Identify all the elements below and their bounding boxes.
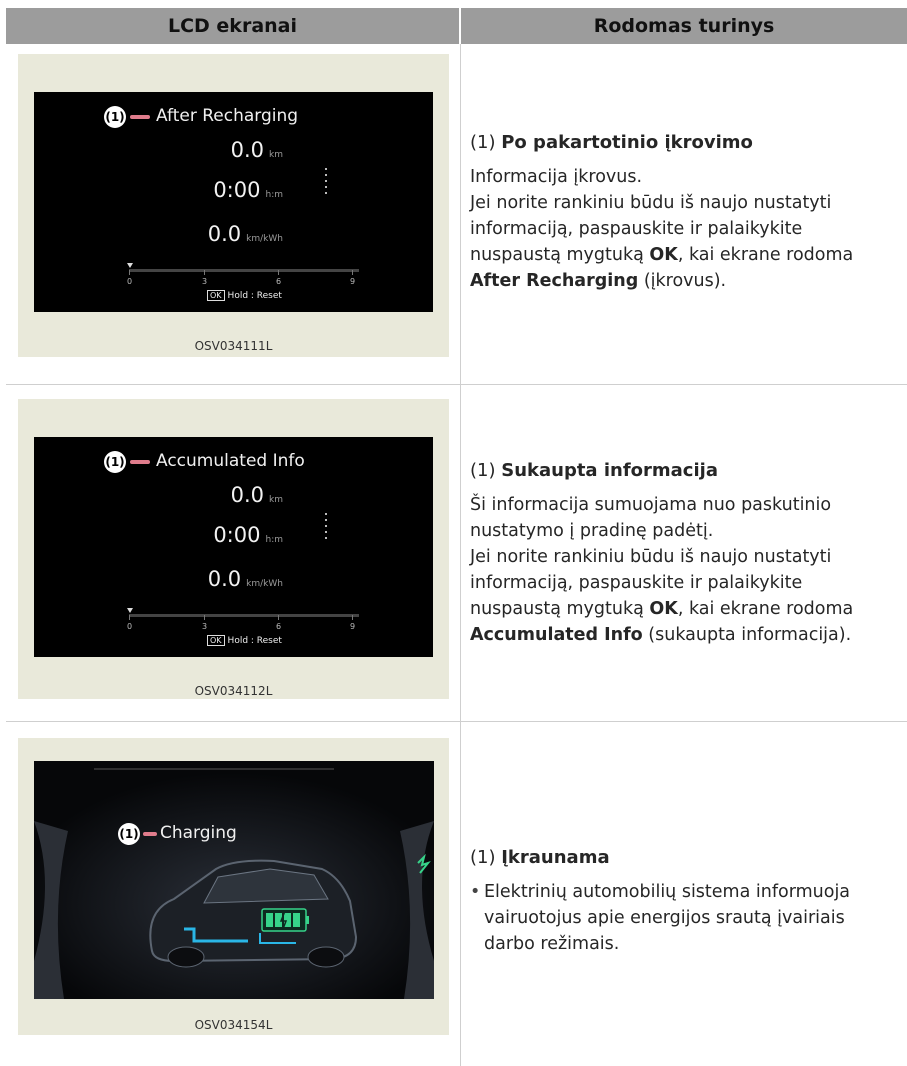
scale-tick — [129, 615, 130, 620]
row-divider-1 — [6, 384, 907, 385]
time-value: 0:00 h:m — [213, 523, 283, 547]
description-title: (1) Įkraunama — [470, 847, 610, 868]
image-code: OSV034111L — [194, 339, 273, 353]
tick-label: 9 — [350, 622, 356, 631]
screen-title: Charging — [160, 823, 237, 843]
tick-label: 0 — [127, 277, 133, 286]
scale-tick — [129, 270, 130, 275]
row-divider-2 — [6, 721, 907, 722]
description-line: Jei norite rankiniu būdu iš naujo nustat… — [470, 193, 854, 291]
scale-tick — [278, 615, 279, 620]
callout-line — [143, 832, 157, 836]
scale-marker — [127, 608, 133, 613]
scale-bar — [129, 614, 359, 617]
image-code: OSV034112L — [194, 684, 273, 698]
description-line: Jei norite rankiniu būdu iš naujo nustat… — [470, 547, 854, 645]
scale-tick — [204, 615, 205, 620]
screen-title: Accumulated Info — [156, 451, 305, 471]
page-dots — [325, 513, 327, 543]
callout-line — [130, 460, 150, 464]
lcd-image-accumulated-info: (1) Accumulated Info 0.0 km 0:00 h:m 0.0 km… — [18, 399, 449, 699]
scale-tick — [352, 615, 353, 620]
lcd-screen: (1) Charging — [34, 761, 434, 999]
header-displayed-content: Rodomas turinys — [593, 15, 775, 37]
distance-value: 0.0 km — [230, 483, 283, 507]
lcd-screen: (1) Accumulated Info 0.0 km 0:00 h:m 0.0 km… — [34, 437, 433, 657]
description-bullet: Elektrinių automobilių sistema informuoj… — [470, 879, 895, 957]
efficiency-value: 0.0 km/kWh — [207, 222, 283, 246]
lcd-screen: (1) After Recharging 0.0 km 0:00 h:m 0.0 km… — [34, 92, 433, 312]
tick-label: 3 — [202, 277, 208, 286]
battery-icon — [261, 908, 309, 932]
image-code: OSV034154L — [194, 1018, 273, 1032]
tick-label: 6 — [276, 622, 282, 631]
description-line: Ši informacija sumuojama nuo paskutinio … — [470, 495, 832, 541]
table-header: LCD ekranai Rodomas turinys — [6, 8, 907, 44]
header-lcd-screens: LCD ekranai — [6, 8, 461, 44]
lcd-image-charging: (1) Charging OSV034154L — [18, 738, 449, 1035]
time-value: 0:00 h:m — [213, 178, 283, 202]
description-title: (1) Sukaupta informacija — [470, 460, 718, 481]
charging-scene — [34, 761, 434, 999]
scale-tick — [204, 270, 205, 275]
scale-tick — [352, 270, 353, 275]
description-accumulated-info: (1) Sukaupta informacija Ši informacija … — [470, 458, 895, 648]
tick-label: 3 — [202, 622, 208, 631]
hold-reset-hint: OK Hold : Reset — [207, 635, 282, 646]
callout-badge: (1) — [104, 106, 126, 128]
efficiency-value: 0.0 km/kWh — [207, 567, 283, 591]
scale-tick — [278, 270, 279, 275]
callout-line — [130, 115, 150, 119]
description-title: (1) Po pakartotinio įkrovimo — [470, 132, 753, 153]
lcd-image-after-recharging: (1) After Recharging 0.0 km 0:00 h:m 0.0 km… — [18, 54, 449, 357]
description-line: Informacija įkrovus. — [470, 167, 643, 187]
callout-badge: (1) — [104, 451, 126, 473]
hold-reset-hint: OK Hold : Reset — [207, 290, 282, 301]
column-divider — [460, 44, 461, 1066]
tick-label: 9 — [350, 277, 356, 286]
tick-label: 6 — [276, 277, 282, 286]
callout-badge: (1) — [118, 823, 140, 845]
scale-bar — [129, 269, 359, 272]
description-after-recharging: (1) Po pakartotinio įkrovimo Informacija… — [470, 130, 895, 294]
description-charging: (1) Įkraunama Elektrinių automobilių sis… — [470, 845, 895, 957]
tick-label: 0 — [127, 622, 133, 631]
distance-value: 0.0 km — [230, 138, 283, 162]
screen-title: After Recharging — [156, 106, 299, 126]
scale-marker — [127, 263, 133, 268]
page-dots — [325, 168, 327, 198]
